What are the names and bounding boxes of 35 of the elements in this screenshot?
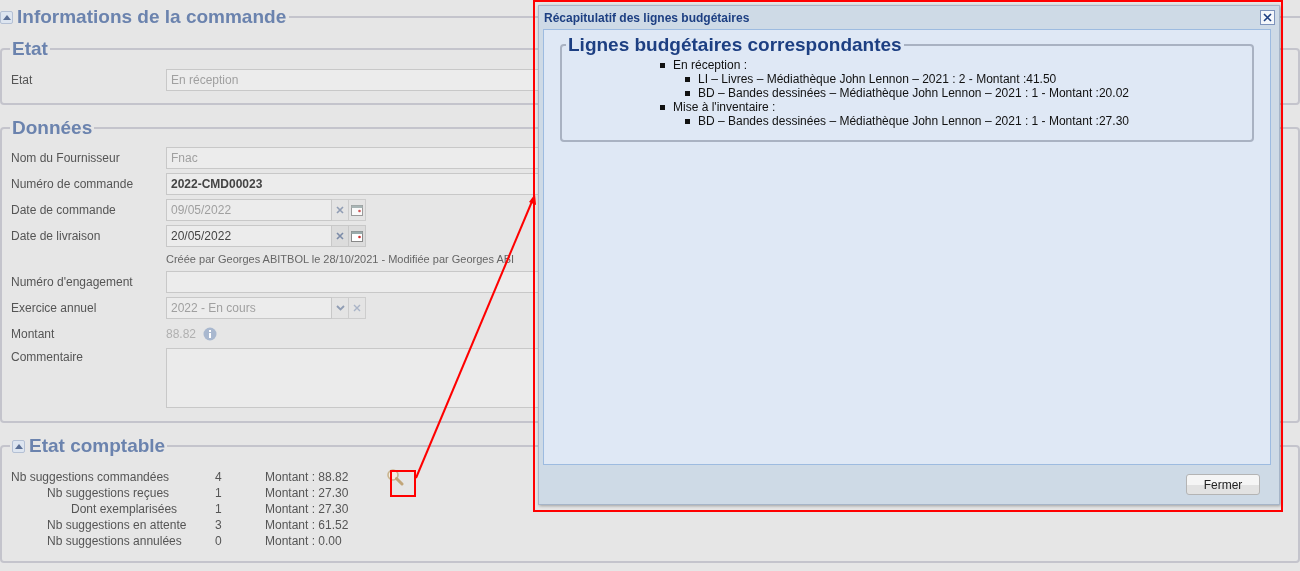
- dialog-title: Récapitulatif des lignes budgétaires: [544, 10, 750, 25]
- section-title: Informations de la commande: [17, 6, 287, 28]
- budget-group: Mise à l'inventaire :: [673, 100, 776, 114]
- section-legend: Données: [10, 117, 95, 139]
- section-legend: Etat comptable: [29, 435, 166, 457]
- stat-amount: Montant : 61.52: [265, 518, 350, 532]
- stat-count: 3: [215, 518, 223, 532]
- stat-count: 1: [215, 502, 223, 516]
- stat-count: 0: [215, 534, 223, 548]
- section-legend: Etat: [10, 38, 50, 60]
- budget-line: BD – Bandes dessinées – Médiathèque John Lennon – 2021 : 1 - Montant :20.02: [698, 86, 1129, 100]
- stat-amount: Montant : 27.30: [265, 486, 350, 500]
- field-label: Date de commande: [10, 203, 117, 217]
- stat-label: Nb suggestions annulées: [46, 534, 183, 548]
- field-label: Etat: [10, 73, 34, 87]
- field-label: Exercice annuel: [10, 301, 98, 315]
- stat-label: Nb suggestions en attente: [46, 518, 188, 532]
- stat-amount: Montant : 88.82: [265, 470, 350, 484]
- field-label: Nom du Fournisseur: [10, 151, 121, 165]
- stat-count: 4: [215, 470, 223, 484]
- field-label: Numéro de commande: [10, 177, 135, 191]
- field-label: Commentaire: [10, 350, 85, 364]
- stat-label: Dont exemplarisées: [70, 502, 179, 516]
- stat-label: Nb suggestions reçues: [46, 486, 171, 500]
- stat-label: Nb suggestions commandées: [10, 470, 171, 484]
- section-legend: Lignes budgétaires correspondantes: [566, 34, 904, 56]
- budget-line: LI – Livres – Médiathèque John Lennon – 2021 : 2 - Montant :41.50: [698, 72, 1057, 86]
- stat-amount: Montant : 27.30: [265, 502, 350, 516]
- field-label: Montant: [10, 327, 56, 341]
- stat-count: 1: [215, 486, 223, 500]
- field-label: Numéro d'engagement: [10, 275, 134, 289]
- stat-amount: Montant : 0.00: [265, 534, 343, 548]
- budget-group: En réception :: [673, 58, 748, 72]
- field-label: Date de livraison: [10, 229, 102, 243]
- budget-line: BD – Bandes dessinées – Médiathèque John Lennon – 2021 : 1 - Montant :27.30: [698, 114, 1129, 128]
